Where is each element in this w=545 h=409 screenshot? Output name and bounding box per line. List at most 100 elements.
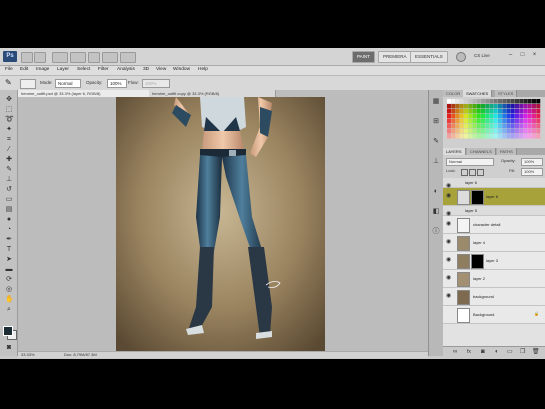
swatch[interactable]	[510, 114, 515, 119]
brush-preset-icon[interactable]: ✎	[5, 78, 15, 87]
new-layer-icon[interactable]: ❐	[520, 348, 525, 356]
swatch[interactable]	[519, 129, 524, 134]
swatch[interactable]	[459, 104, 464, 109]
swatch[interactable]	[502, 99, 507, 104]
menu-analysis[interactable]: Analysis	[117, 67, 135, 72]
3d-rotate-tool-icon[interactable]: ⟳	[5, 276, 13, 284]
swatch[interactable]	[532, 114, 536, 119]
swatch[interactable]	[472, 129, 477, 134]
swatch[interactable]	[510, 124, 515, 129]
swatch[interactable]	[523, 134, 528, 139]
swatch[interactable]	[481, 129, 485, 134]
swatch[interactable]	[481, 134, 485, 139]
shape-tool-icon[interactable]: ▬	[5, 266, 13, 274]
tab-channels[interactable]: CHANNELS	[467, 148, 496, 155]
swatch[interactable]	[510, 99, 515, 104]
menu-layer[interactable]: Layer	[57, 67, 69, 72]
blur-tool-icon[interactable]: ●	[5, 216, 13, 224]
tab-styles[interactable]: STYLES	[495, 90, 518, 97]
quick-mask-icon[interactable]: ◙	[5, 344, 13, 352]
link-layers-icon[interactable]: ∞	[453, 348, 457, 356]
swatch[interactable]	[502, 114, 507, 119]
swatch[interactable]	[536, 124, 541, 129]
menu-file[interactable]: File	[5, 67, 13, 72]
swatch[interactable]	[515, 119, 519, 124]
swatch[interactable]	[476, 134, 481, 139]
brush-panel-icon[interactable]: ✎	[432, 138, 440, 146]
3d-orbit-tool-icon[interactable]: ◎	[5, 286, 13, 294]
layer-row[interactable]: ◉ layer 4	[443, 234, 545, 252]
move-tool-icon[interactable]: ✥	[5, 96, 13, 104]
swatch[interactable]	[498, 129, 502, 134]
swatch[interactable]	[481, 104, 485, 109]
clone-stamp-tool-icon[interactable]: ⊥	[5, 176, 13, 184]
swatch[interactable]	[464, 134, 468, 139]
swatch[interactable]	[451, 114, 456, 119]
canvas-artwork[interactable]	[116, 97, 325, 351]
add-mask-icon[interactable]: ◙	[481, 348, 485, 356]
swatch[interactable]	[447, 124, 451, 129]
swatch[interactable]	[468, 134, 473, 139]
swatch[interactable]	[476, 119, 481, 124]
swatch[interactable]	[536, 109, 541, 114]
history-brush-tool-icon[interactable]: ↺	[5, 186, 13, 194]
swatch[interactable]	[464, 109, 468, 114]
crop-tool-icon[interactable]: ⌗	[5, 136, 13, 144]
layer-row[interactable]: ◉ layer 2	[443, 270, 545, 288]
swatch[interactable]	[472, 134, 477, 139]
swatch[interactable]	[455, 124, 460, 129]
swatch[interactable]	[489, 129, 494, 134]
navigator-panel-icon[interactable]: ⊞	[432, 118, 440, 126]
tab-document-2[interactable]: heroine_outfit copy @ 33.3% (RGB/8)	[149, 90, 276, 97]
swatch[interactable]	[498, 119, 502, 124]
swatch[interactable]	[451, 129, 456, 134]
swatch[interactable]	[485, 104, 490, 109]
mini-bridge-button[interactable]	[34, 52, 46, 63]
layer-mask-thumbnail[interactable]	[471, 190, 484, 205]
layer-row[interactable]: ◉ character detail	[443, 216, 545, 234]
flow-field[interactable]: 100%	[142, 79, 170, 88]
swatch[interactable]	[515, 104, 519, 109]
swatch[interactable]	[472, 99, 477, 104]
swatch[interactable]	[515, 99, 519, 104]
swatch[interactable]	[493, 114, 498, 119]
swatch[interactable]	[476, 104, 481, 109]
swatch[interactable]	[506, 129, 511, 134]
swatch[interactable]	[485, 109, 490, 114]
swatch[interactable]	[515, 134, 519, 139]
layer-row[interactable]: Background 🔒	[443, 306, 545, 324]
swatch[interactable]	[485, 129, 490, 134]
swatch[interactable]	[493, 129, 498, 134]
swatch[interactable]	[485, 99, 490, 104]
layer-row-selected[interactable]: ◉ layer 6	[443, 188, 545, 206]
swatch[interactable]	[472, 114, 477, 119]
arrange-documents-menu[interactable]	[102, 52, 118, 63]
swatch[interactable]	[510, 119, 515, 124]
gradient-tool-icon[interactable]: ▤	[5, 206, 13, 214]
type-tool-icon[interactable]: T	[5, 246, 13, 254]
adjustments-panel-icon[interactable]: ◐	[432, 188, 440, 196]
swatch[interactable]	[468, 129, 473, 134]
swatch[interactable]	[532, 134, 536, 139]
hand-tool-icon[interactable]: ✋	[5, 296, 14, 304]
swatch[interactable]	[455, 129, 460, 134]
swatch[interactable]	[502, 134, 507, 139]
swatch[interactable]	[515, 129, 519, 134]
swatch[interactable]	[519, 99, 524, 104]
swatch[interactable]	[519, 124, 524, 129]
swatch[interactable]	[506, 119, 511, 124]
swatch[interactable]	[519, 109, 524, 114]
maximize-icon[interactable]: □	[518, 51, 527, 60]
tab-swatches[interactable]: SWATCHES	[463, 90, 493, 97]
swatch[interactable]	[476, 99, 481, 104]
swatch[interactable]	[527, 129, 532, 134]
eye-icon[interactable]: ◉	[446, 221, 452, 227]
swatch[interactable]	[455, 134, 460, 139]
swatch[interactable]	[472, 124, 477, 129]
swatch[interactable]	[536, 104, 541, 109]
menu-help[interactable]: Help	[198, 67, 208, 72]
swatch[interactable]	[481, 109, 485, 114]
swatch[interactable]	[468, 114, 473, 119]
menu-filter[interactable]: Filter	[98, 67, 109, 72]
layer-row[interactable]: ◉ background	[443, 288, 545, 306]
